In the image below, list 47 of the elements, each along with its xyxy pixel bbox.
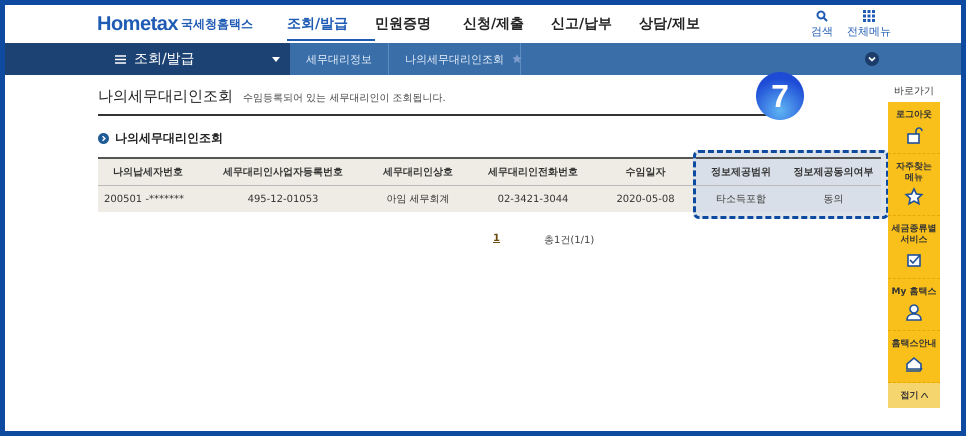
grid-menu-icon: [863, 10, 875, 22]
column-header: 세무대리인상호: [368, 159, 468, 186]
column-header: 수임일자: [598, 159, 693, 186]
nav-tab[interactable]: 신고/납부: [551, 7, 639, 41]
logo-name: 국세청홈택스: [180, 16, 253, 32]
quick-menu-item[interactable]: My 홈택스: [888, 278, 940, 331]
collapse-button[interactable]: 접기: [888, 382, 940, 408]
star-icon: [904, 187, 924, 208]
logo-wordmark[interactable]: Hometax: [97, 12, 178, 36]
utility-link[interactable]: 전체메뉴: [847, 10, 891, 38]
person-icon: [904, 302, 924, 322]
page-link[interactable]: 1: [493, 233, 500, 247]
caret-up-icon: [920, 392, 928, 398]
breadcrumb-link[interactable]: 세무대리정보: [290, 43, 389, 75]
result-count: 총1건(1/1): [544, 234, 594, 247]
nav-tab[interactable]: 민원증명: [375, 7, 463, 41]
column-header: 정보제공범위: [696, 159, 786, 186]
column-header: 세무대리인전화번호: [468, 159, 598, 186]
nav-tab[interactable]: 신청/제출: [463, 7, 551, 41]
section-title: 나의세무대리인조회: [115, 130, 223, 147]
table-cell: 495-12-01053: [198, 186, 368, 212]
nav-tab[interactable]: 상담/제보: [639, 7, 727, 41]
quick-menu-title: 바로가기: [893, 85, 935, 98]
quick-menu-item[interactable]: 세금종류별 서비스: [888, 216, 940, 279]
chevron-down-icon[interactable]: [865, 52, 879, 66]
table-cell: 아임 세무회계: [368, 186, 468, 212]
utility-link[interactable]: 검색: [811, 10, 833, 38]
quick-menu-item[interactable]: 자주찾는 메뉴: [888, 154, 940, 216]
table-cell: 02-3421-3044: [468, 186, 598, 212]
column-header: 정보제공동의여부: [786, 159, 881, 186]
search-icon: [816, 10, 828, 22]
table-cell: 타소득포함: [696, 186, 786, 212]
menu-icon: [115, 54, 126, 64]
quick-menu-item[interactable]: 로그아웃: [888, 102, 940, 154]
column-header: 나의납세자번호: [98, 159, 198, 186]
table-cell: 동의: [786, 186, 881, 212]
table-cell: 200501 -*******: [98, 186, 198, 212]
step-badge: 7: [756, 72, 804, 120]
arrow-bullet-icon: [98, 133, 109, 144]
lock-icon: [904, 124, 924, 145]
table-cell: 2020-05-08: [598, 186, 693, 212]
page-title: 나의세무대리인조회: [98, 87, 233, 106]
page-subtitle: 수임등록되어 있는 세무대리인이 조회됩니다.: [243, 92, 446, 105]
column-header: 세무대리인사업자등록번호: [198, 159, 368, 186]
star-icon[interactable]: [511, 53, 523, 65]
caret-icon: [272, 56, 280, 62]
nav-tab[interactable]: 조회/발급: [287, 7, 375, 41]
